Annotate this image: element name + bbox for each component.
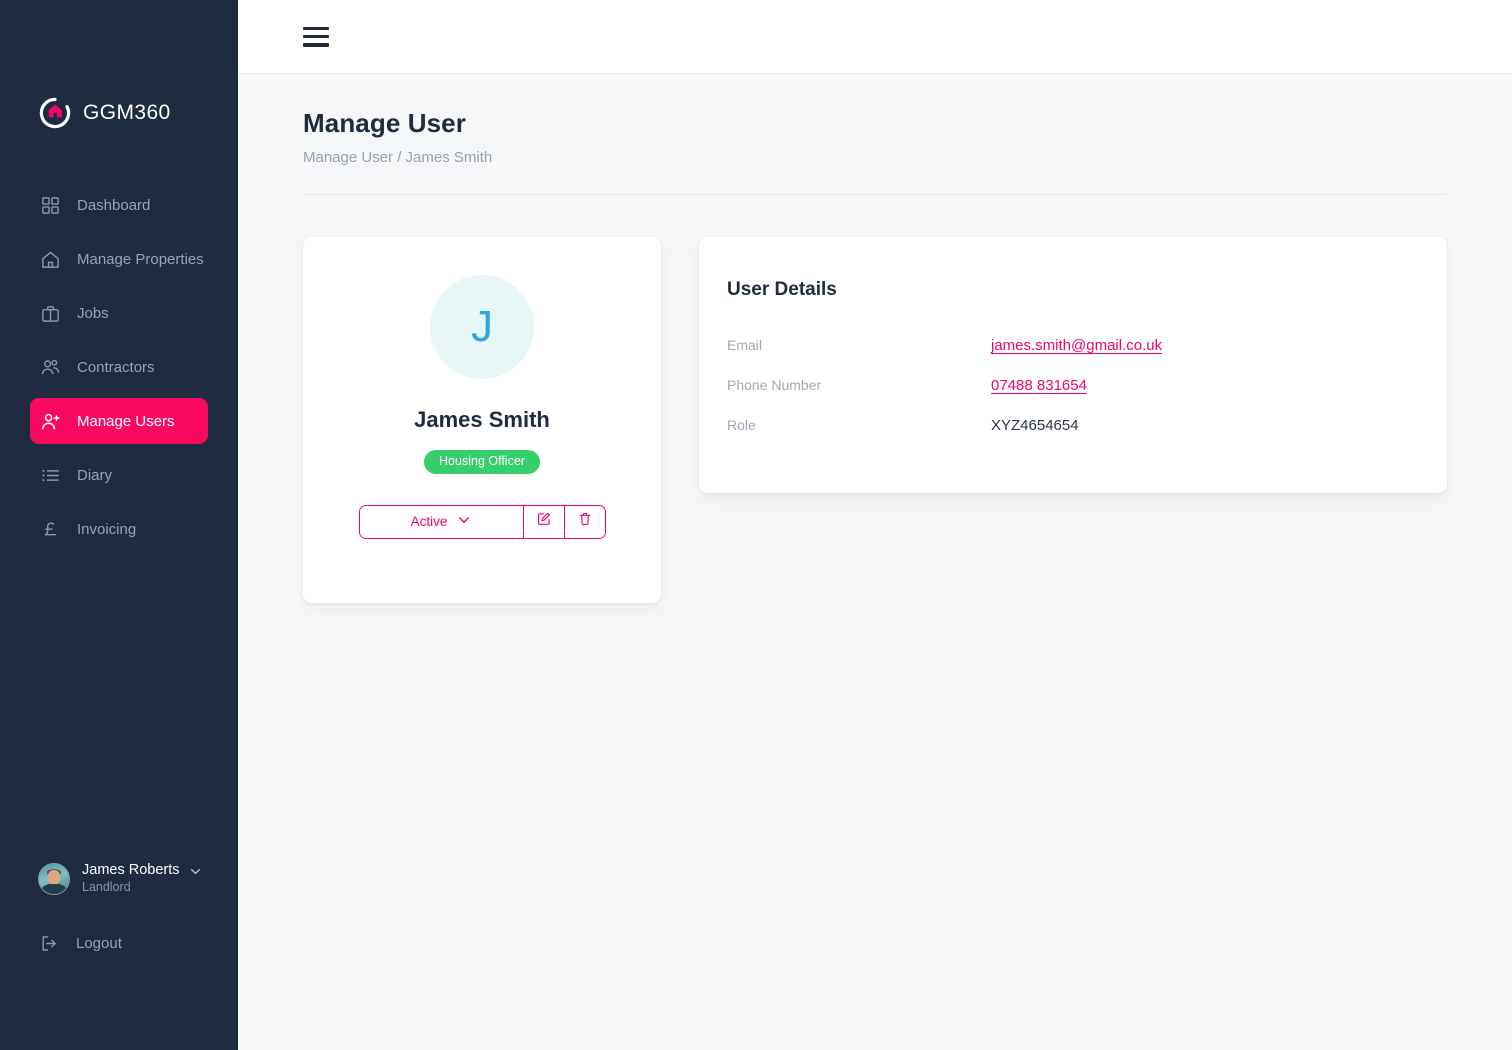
sidebar-user-profile[interactable]: James Roberts Landlord — [0, 861, 238, 896]
user-initial-avatar: J — [430, 275, 534, 379]
sidebar-item-label: Dashboard — [77, 196, 151, 214]
role-badge: Housing Officer — [424, 450, 540, 474]
app-root: GGM360 Dashboard Manage Properties Jobs … — [0, 0, 1512, 1050]
detail-label: Phone Number — [727, 377, 822, 393]
sidebar: GGM360 Dashboard Manage Properties Jobs … — [0, 0, 238, 1050]
detail-label: Role — [727, 417, 756, 433]
email-value[interactable]: james.smith@gmail.co.uk — [991, 337, 1162, 354]
sidebar-user-name: James Roberts — [82, 862, 180, 879]
brand-name: GGM360 — [83, 101, 171, 124]
sidebar-item-label: Jobs — [77, 304, 109, 322]
hamburger-menu-icon[interactable] — [303, 26, 329, 47]
main-area: Manage User Manage User / James Smith J … — [238, 0, 1512, 1050]
sidebar-item-label: Manage Properties — [77, 250, 204, 268]
user-plus-icon — [39, 410, 61, 432]
users-icon — [39, 356, 61, 378]
grid-icon — [39, 194, 61, 216]
ggm360-circle-house-logo-icon — [38, 96, 72, 130]
sidebar-item-contractors[interactable]: Contractors — [30, 344, 208, 390]
chevron-down-icon — [457, 513, 471, 530]
status-dropdown[interactable]: Active — [359, 505, 523, 538]
breadcrumb: Manage User / James Smith — [303, 149, 493, 166]
content-area: J James Smith Housing Officer Active Use… — [238, 195, 1512, 603]
house-icon — [39, 248, 61, 270]
sidebar-item-label: Manage Users — [77, 412, 175, 430]
logout-label: Logout — [76, 934, 122, 952]
page-header: Manage User Manage User / James Smith — [238, 74, 1512, 166]
sidebar-footer: James Roberts Landlord Logout — [0, 861, 238, 1050]
sidebar-item-invoicing[interactable]: Invoicing — [30, 506, 208, 552]
sidebar-item-manage-users[interactable]: Manage Users — [30, 398, 208, 444]
sidebar-item-label: Contractors — [77, 358, 155, 376]
detail-row-email: Email james.smith@gmail.co.uk — [727, 337, 1447, 377]
sidebar-item-label: Invoicing — [77, 520, 137, 538]
user-initial: J — [471, 302, 493, 351]
logout-icon — [38, 932, 60, 954]
pound-icon — [39, 518, 61, 540]
sidebar-item-jobs[interactable]: Jobs — [30, 290, 208, 336]
user-details-rows: Email james.smith@gmail.co.uk Phone Numb… — [727, 337, 1447, 457]
sidebar-item-label: Diary — [77, 466, 113, 484]
sidebar-item-dashboard[interactable]: Dashboard — [30, 182, 208, 228]
brand[interactable]: GGM360 — [0, 0, 238, 130]
user-actions-group: Active — [358, 504, 606, 539]
chevron-down-icon[interactable] — [189, 864, 202, 877]
topbar — [238, 0, 1512, 74]
sidebar-item-manage-properties[interactable]: Manage Properties — [30, 236, 208, 282]
trash-icon — [577, 511, 593, 532]
delete-user-button[interactable] — [563, 505, 605, 538]
edit-user-button[interactable] — [522, 505, 564, 538]
page-title: Manage User — [303, 108, 466, 138]
status-dropdown-value: Active — [410, 514, 448, 529]
role-value: XYZ4654654 — [991, 417, 1079, 434]
phone-value[interactable]: 07488 831654 — [991, 377, 1087, 394]
user-details-title: User Details — [727, 279, 837, 300]
user-photo-avatar-icon — [38, 862, 70, 895]
detail-row-phone: Phone Number 07488 831654 — [727, 377, 1447, 417]
sidebar-user-role: Landlord — [82, 880, 131, 895]
logout-button[interactable]: Logout — [0, 932, 238, 954]
user-profile-card: J James Smith Housing Officer Active — [303, 237, 661, 603]
briefcase-icon — [39, 302, 61, 324]
list-icon — [39, 464, 61, 486]
user-full-name: James Smith — [414, 407, 550, 432]
user-details-card: User Details Email james.smith@gmail.co.… — [699, 237, 1447, 493]
edit-pencil-icon — [536, 511, 552, 532]
detail-row-role: Role XYZ4654654 — [727, 417, 1447, 457]
sidebar-item-diary[interactable]: Diary — [30, 452, 208, 498]
detail-label: Email — [727, 337, 763, 353]
sidebar-nav: Dashboard Manage Properties Jobs Contrac… — [0, 182, 238, 552]
